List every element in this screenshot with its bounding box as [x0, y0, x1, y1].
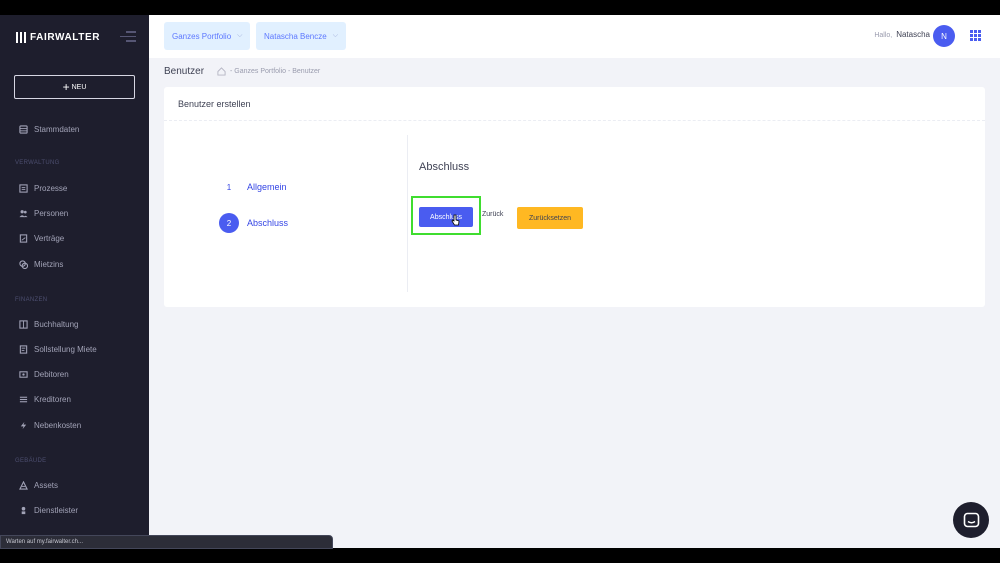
brand-name: FAIRWALTER [30, 31, 101, 43]
sidebar-item-label: Assets [34, 480, 59, 490]
section-title: Abschluss [419, 161, 470, 173]
sidebar-item-personen[interactable]: Personen [18, 206, 68, 220]
sidebar-item-prozesse[interactable]: Prozesse [18, 181, 67, 195]
database-icon [18, 124, 28, 134]
portfolio-dropdown[interactable]: Ganzes Portfolio ⌵ [164, 22, 251, 50]
browser-status-bar: Warten auf my.fairwalter.ch... [0, 535, 333, 549]
submit-button[interactable]: Abschluss [419, 207, 473, 227]
step-number: 2 [219, 213, 239, 233]
step-number: 1 [226, 182, 232, 192]
sidebar-item-label: Verträge [34, 233, 65, 243]
user-greeting[interactable]: Hallo, Natascha [874, 30, 930, 39]
sidebar-item-label: Mietzins [34, 259, 64, 269]
chevron-down-icon: ⌵ [332, 32, 339, 39]
sidebar-toggle-icon[interactable] [120, 31, 136, 43]
sidebar-item-dienstleister[interactable]: Dienstleister [18, 503, 78, 517]
wizard-divider [407, 135, 408, 292]
sidebar-item-label: Kreditoren [34, 394, 71, 404]
chat-icon [963, 512, 979, 527]
user-dropdown[interactable]: Natascha Bencze ⌵ [256, 22, 347, 50]
people-icon [18, 208, 28, 218]
user-first-name: Natascha [896, 30, 930, 39]
sidebar-item-label: Personen [34, 208, 69, 218]
top-header: Ganzes Portfolio ⌵ Natascha Bencze ⌵ Hal… [149, 15, 1000, 58]
back-button[interactable]: Zurück [482, 211, 503, 218]
section-label-gebaeude: GEBÄUDE [15, 458, 47, 464]
breadcrumb-path[interactable]: Ganzes Portfolio - Benutzer [234, 68, 320, 75]
greeting-text: Hallo, [874, 32, 893, 39]
worker-icon [18, 505, 28, 515]
cost-icon [18, 420, 28, 430]
ledger-icon [18, 319, 28, 329]
sidebar-item-label: Dienstleister [34, 505, 79, 515]
sidebar-item-mietzins[interactable]: Mietzins [18, 257, 63, 271]
breadcrumb: - Ganzes Portfolio - Benutzer [230, 68, 321, 75]
hand-cursor-icon [451, 214, 460, 226]
process-icon [18, 183, 28, 193]
sidebar-item-label: Sollstellung Miete [34, 344, 97, 354]
sidebar-item-label: Nebenkosten [34, 420, 82, 430]
user-dropdown-value: Natascha Bencze [264, 31, 327, 41]
contract-icon [18, 233, 28, 243]
invoice-icon [18, 344, 28, 354]
create-user-card: Benutzer erstellen 1 Allgemein 2 Abschlu… [164, 87, 985, 307]
sidebar-item-sollstellung-miete[interactable]: Sollstellung Miete [18, 342, 97, 356]
step-label: Allgemein [247, 182, 287, 192]
reset-button[interactable]: Zurücksetzen [517, 207, 583, 229]
new-button-label: NEU [71, 83, 87, 91]
sidebar-item-stammdaten[interactable]: Stammdaten [18, 122, 79, 136]
app-window: FAIRWALTER + NEU Stammdaten VERWALTUNG P… [0, 15, 1000, 548]
avatar[interactable]: N [933, 25, 955, 47]
wizard-step-allgemein[interactable]: 1 Allgemein [219, 177, 287, 197]
sidebar-item-kreditoren[interactable]: Kreditoren [18, 392, 71, 406]
sidebar: FAIRWALTER + NEU Stammdaten VERWALTUNG P… [0, 15, 149, 548]
card-divider [164, 120, 985, 121]
coins-icon [18, 259, 28, 269]
sidebar-item-label: Stammdaten [34, 124, 80, 134]
sidebar-item-debitoren[interactable]: Debitoren [18, 367, 69, 381]
apps-grid-icon[interactable] [970, 30, 981, 41]
sidebar-item-label: Buchhaltung [34, 319, 79, 329]
home-icon[interactable] [217, 67, 226, 76]
card-title: Benutzer erstellen [178, 99, 251, 109]
sidebar-item-label: Debitoren [34, 369, 69, 379]
section-label-verwaltung: VERWALTUNG [15, 160, 60, 166]
portfolio-dropdown-value: Ganzes Portfolio [172, 31, 232, 41]
chevron-down-icon: ⌵ [237, 32, 243, 39]
debtor-icon [18, 369, 28, 379]
wizard-step-abschluss[interactable]: 2 Abschluss [219, 213, 288, 233]
new-button[interactable]: + NEU [14, 75, 135, 99]
creditor-icon [18, 394, 28, 404]
sidebar-item-nebenkosten[interactable]: Nebenkosten [18, 418, 81, 432]
sidebar-item-vertraege[interactable]: Verträge [18, 231, 64, 245]
page-title: Benutzer [164, 66, 205, 77]
sidebar-item-assets[interactable]: Assets [18, 478, 58, 492]
chat-launcher[interactable] [953, 502, 989, 538]
plus-icon: + [62, 80, 70, 94]
sidebar-item-buchhaltung[interactable]: Buchhaltung [18, 317, 78, 331]
step-label: Abschluss [247, 218, 289, 228]
brand-logo[interactable]: FAIRWALTER [16, 29, 100, 45]
section-label-finanzen: FINANZEN [15, 297, 48, 303]
building-icon [18, 480, 28, 490]
sidebar-item-label: Prozesse [34, 183, 68, 193]
logo-mark-icon [16, 31, 26, 43]
